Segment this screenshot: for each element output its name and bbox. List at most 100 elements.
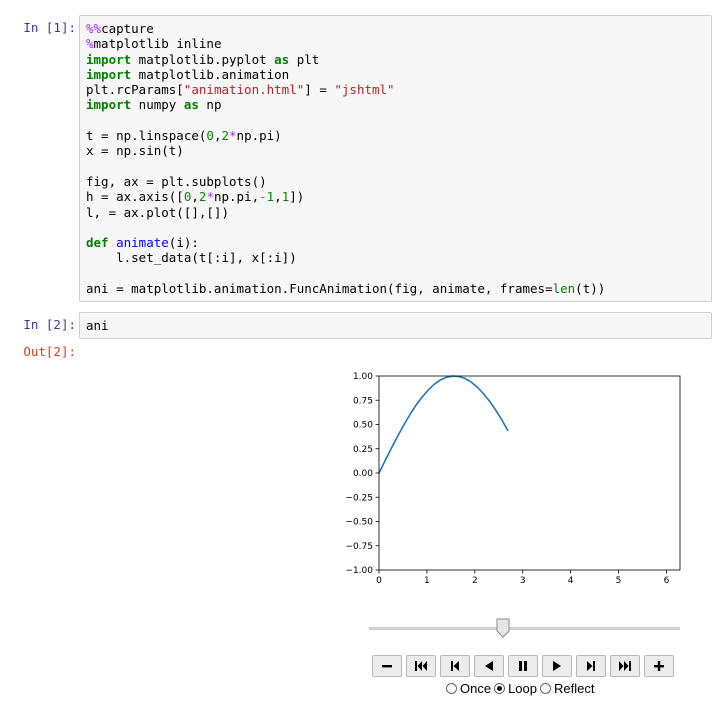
last-frame-button[interactable] (610, 655, 640, 677)
mode-option-loop[interactable]: Loop (494, 681, 537, 696)
mode-label: Loop (508, 681, 537, 696)
x-tick-label: 6 (664, 576, 670, 586)
code-cell-1[interactable]: %%capture %matplotlib inline import matp… (79, 15, 712, 302)
code-token: import (86, 51, 132, 67)
input-prompt-1: In [1]: (23, 20, 76, 35)
code-token: capture (101, 21, 154, 36)
code-token: as (183, 97, 199, 113)
code-line: t = np.linspace(0,2*np.pi) (86, 128, 282, 143)
play-icon (553, 661, 561, 671)
code-line: import matplotlib.pyplot as plt (86, 52, 319, 67)
code-token: as (274, 51, 290, 67)
play-button[interactable] (542, 655, 572, 677)
y-tick-label: 0.75 (353, 396, 373, 406)
code-token: "animation.html" (183, 82, 305, 98)
y-tick-label: 0.00 (353, 469, 373, 479)
next-frame-button[interactable] (576, 655, 606, 677)
code-line: l, = ax.plot([],[]) (86, 205, 229, 220)
code-token: np (198, 97, 222, 113)
code-editor-1[interactable]: %%capture %matplotlib inline import matp… (80, 16, 711, 301)
x-tick-label: 1 (424, 576, 430, 586)
code-token: * (206, 189, 214, 205)
pause-button[interactable] (508, 655, 538, 677)
input-prompt-2: In [2]: (23, 317, 76, 332)
animation-plot: 0 1 2 3 4 5 6 −1.00 −0.75 −0.50 −0.25 0.00 0.25 0.50 0… (345, 372, 681, 586)
mode-option-reflect[interactable]: Reflect (540, 681, 594, 696)
code-token: len (552, 281, 576, 297)
code-line: ani = matplotlib.animation.FuncAnimation… (86, 281, 605, 296)
x-tick-label: 5 (616, 576, 622, 586)
sine-line (378, 375, 509, 474)
code-token: import (86, 97, 132, 113)
code-cell-2[interactable]: ani (79, 312, 712, 339)
mode-label: Once (460, 681, 492, 696)
x-tick-label: 3 (520, 576, 526, 586)
code-token: t = np.linspace( (86, 128, 207, 144)
code-token: import (86, 66, 132, 82)
skip-last-icon (619, 661, 631, 671)
code-token: x = np.sin(t) (86, 143, 184, 159)
y-tick-label: 0.50 (353, 421, 373, 431)
code-token: %% (86, 21, 102, 36)
code-token: (t)) (575, 281, 606, 297)
code-token: matplotlib inline (93, 36, 222, 52)
code-token: plt (289, 51, 320, 67)
plus-icon (654, 661, 664, 671)
code-token: , (274, 189, 282, 205)
x-tick-label: 4 (568, 576, 574, 586)
y-tick-label: −0.25 (345, 493, 373, 503)
code-token: , (191, 189, 199, 205)
first-frame-button[interactable] (406, 655, 436, 677)
code-token: l, = ax.plot([],[]) (86, 204, 229, 220)
x-tick-label: 2 (472, 576, 478, 586)
code-token: h = ax.axis([ (86, 189, 184, 205)
decrease-speed-button[interactable] (372, 655, 402, 677)
output-prompt: Out[2]: (23, 344, 76, 359)
code-token: matplotlib.animation (131, 66, 290, 82)
play-reverse-icon (485, 661, 493, 671)
y-tick-label: −0.75 (345, 542, 373, 552)
code-token: ani = matplotlib.animation.FuncAnimation… (86, 281, 553, 297)
plot-frame (378, 375, 681, 571)
code-line: %%capture (86, 21, 154, 36)
frame-slider-track[interactable] (369, 627, 680, 630)
code-token: matplotlib.pyplot (131, 51, 275, 67)
code-line: import numpy as np (86, 97, 221, 112)
code-token: - (259, 189, 267, 205)
code-token: ] = (304, 82, 335, 98)
mode-label: Reflect (554, 681, 595, 696)
code-token: animate (116, 235, 169, 251)
radio-reflect[interactable] (540, 683, 551, 694)
code-token: plt.rcParams[ (86, 82, 184, 98)
play-reverse-button[interactable] (474, 655, 504, 677)
step-back-icon (451, 661, 459, 671)
code-token: l.set_data(t[:i], x[:i]) (86, 250, 297, 266)
increase-speed-button[interactable] (644, 655, 674, 677)
code-token: ani (86, 318, 109, 333)
code-line: import matplotlib.animation (86, 67, 289, 82)
y-tick-label: 0.25 (353, 445, 373, 455)
mode-option-once[interactable]: Once (446, 681, 491, 696)
radio-once[interactable] (446, 683, 457, 694)
y-tick-label: 1.00 (353, 372, 373, 382)
frame-slider-thumb[interactable] (496, 618, 510, 638)
previous-frame-button[interactable] (440, 655, 470, 677)
code-editor-2[interactable]: ani (80, 313, 711, 338)
x-tick-label: 0 (376, 576, 382, 586)
minus-icon (382, 665, 392, 668)
radio-loop[interactable] (494, 683, 506, 694)
step-forward-icon (587, 661, 595, 671)
code-token: (i): (168, 235, 199, 251)
code-line: %matplotlib inline (86, 36, 221, 51)
y-tick-label: −1.00 (345, 566, 373, 576)
code-line: def animate(i): (86, 235, 199, 250)
code-token: np.pi, (213, 189, 260, 205)
code-line: h = ax.axis([0,2*np.pi,-1,1]) (86, 189, 304, 204)
pause-icon (519, 661, 527, 671)
code-token: def (86, 235, 109, 251)
code-token: "jshtml" (334, 82, 395, 98)
code-token: fig, ax = plt.subplots() (86, 173, 267, 189)
skip-first-icon (415, 661, 427, 671)
loop-mode-options: Once Loop Reflect (446, 681, 597, 696)
